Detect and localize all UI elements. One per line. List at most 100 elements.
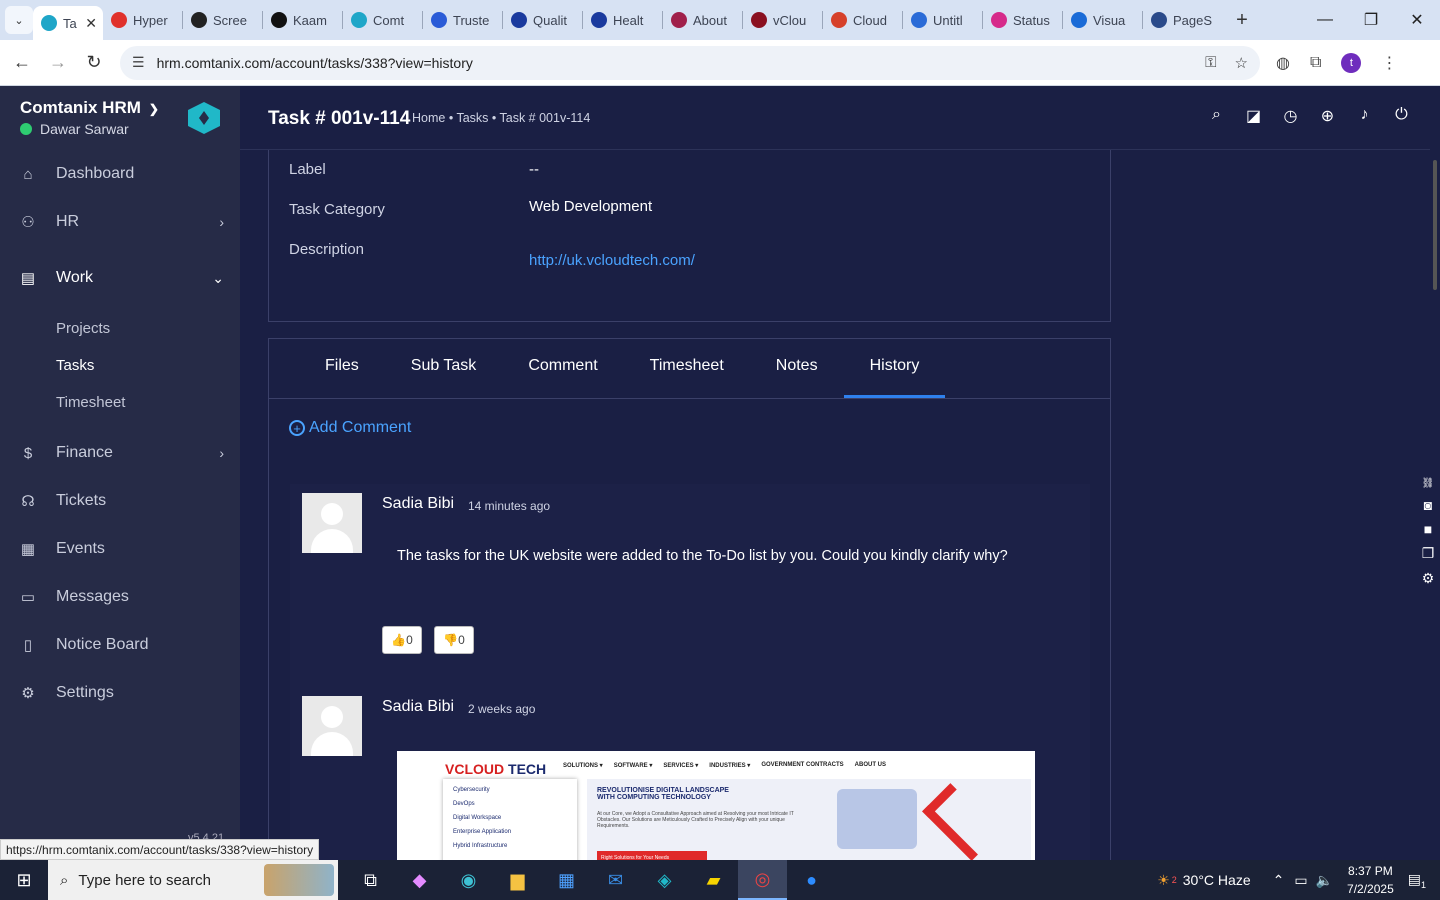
minimize-icon[interactable]: — xyxy=(1302,0,1348,40)
notification-center-icon[interactable]: ▤1 xyxy=(1408,871,1426,890)
sidebar-item-hr[interactable]: ⚇ HR › xyxy=(0,198,240,246)
browser-tab[interactable]: Ta ✕ xyxy=(33,6,103,40)
browser-tab[interactable]: vClou xyxy=(743,5,822,35)
windows-taskbar: ⊞ ⌕ Type here to search ⧉ ◆ ◉ ▆ ▦ ✉ ◈ ▰ … xyxy=(0,860,1440,900)
search-icon: ⌕ xyxy=(60,871,69,889)
add-comment-button[interactable]: + Add Comment xyxy=(289,419,411,437)
browser-tab[interactable]: Kaam xyxy=(263,5,342,35)
bell-icon[interactable]: ♪ xyxy=(1356,106,1373,126)
breadcrumb[interactable]: Home • Tasks • Task # 001v-114 xyxy=(412,111,590,125)
sidebar-item-notice-board[interactable]: ▯ Notice Board xyxy=(0,621,240,669)
chrome-icon[interactable]: ◎ xyxy=(738,860,787,900)
profile-avatar[interactable]: t xyxy=(1341,52,1362,73)
preview-nav-item: SERVICES ▾ xyxy=(663,763,699,769)
address-bar[interactable]: ☰ hrm.comtanix.com/account/tasks/338?vie… xyxy=(120,45,1260,80)
browser-tab[interactable]: Scree xyxy=(183,5,262,35)
store-icon[interactable]: ▦ xyxy=(542,860,591,900)
description-link[interactable]: http://uk.vcloudtech.com/ xyxy=(529,252,695,269)
weather-widget[interactable]: ☀ 2 30°C Haze xyxy=(1157,872,1250,889)
network-icon[interactable]: ▭ xyxy=(1294,872,1307,889)
app-logo-icon[interactable] xyxy=(188,102,220,134)
tab-timesheet[interactable]: Timesheet xyxy=(624,339,750,398)
sidebar-item-finance[interactable]: $ Finance › xyxy=(0,429,240,477)
taskbar-search[interactable]: ⌕ Type here to search xyxy=(48,860,338,900)
browser-tab[interactable]: Comt xyxy=(343,5,422,35)
copilot-icon[interactable]: ◆ xyxy=(395,860,444,900)
file-explorer-icon[interactable]: ▆ xyxy=(493,860,542,900)
edge-icon[interactable]: ◉ xyxy=(444,860,493,900)
url-text[interactable]: hrm.comtanix.com/account/tasks/338?view=… xyxy=(157,55,1188,71)
maximize-icon[interactable]: ❐ xyxy=(1348,0,1394,40)
online-status-icon xyxy=(20,123,32,135)
preview-nav-item: GOVERNMENT CONTRACTS xyxy=(761,762,844,768)
browser-tab[interactable]: About xyxy=(663,5,742,35)
sidebar-item-events[interactable]: ▦ Events xyxy=(0,525,240,573)
translate-icon[interactable]: ◍ xyxy=(1276,53,1290,73)
volume-icon[interactable]: 🔈 xyxy=(1316,872,1333,889)
sidebar-subitem-projects[interactable]: Projects xyxy=(0,310,240,347)
brand-switcher[interactable]: Comtanix HRM ❯ xyxy=(20,98,159,118)
tab-history[interactable]: History xyxy=(843,339,946,398)
site-info-icon[interactable]: ☰ xyxy=(132,54,145,71)
password-key-icon[interactable]: ⚿ xyxy=(1205,54,1216,71)
comtanix-app-icon[interactable]: ◈ xyxy=(640,860,689,900)
mail-icon[interactable]: ✉ xyxy=(591,860,640,900)
close-window-icon[interactable]: ✕ xyxy=(1394,0,1440,40)
tab-files[interactable]: Files xyxy=(299,339,385,398)
new-tab-button[interactable]: + xyxy=(1228,9,1256,32)
browser-tab[interactable]: Status xyxy=(983,5,1062,35)
tab-search-button[interactable]: ⌄ xyxy=(5,6,33,34)
tray-overflow-icon[interactable]: ⌃ xyxy=(1273,872,1285,889)
sidebar-item-settings[interactable]: ⚙ Settings xyxy=(0,669,240,717)
tab-label: Cloud xyxy=(853,12,887,28)
sidebar-item-label: Settings xyxy=(56,684,114,701)
like-button[interactable]: 👍 0 xyxy=(382,626,422,654)
clock-icon[interactable]: ◷ xyxy=(1282,106,1299,126)
task-view-icon[interactable]: ⧉ xyxy=(346,860,395,900)
link-icon[interactable]: ⛓ xyxy=(1422,478,1435,489)
sidebar-item-tickets[interactable]: ☊ Tickets xyxy=(0,477,240,525)
zoom-icon[interactable]: ● xyxy=(787,860,836,900)
reload-icon[interactable]: ↻ xyxy=(76,52,112,73)
sidebar-subitem-tasks[interactable]: Tasks xyxy=(0,347,240,384)
browser-tab[interactable]: Untitl xyxy=(903,5,982,35)
sidebar-item-messages[interactable]: ▭ Messages xyxy=(0,573,240,621)
sidebar-subitem-timesheet[interactable]: Timesheet xyxy=(0,384,240,421)
forward-icon[interactable]: → xyxy=(40,52,76,73)
browser-tab[interactable]: Cloud xyxy=(823,5,902,35)
camera-icon[interactable]: ◙ xyxy=(1424,497,1432,513)
power-icon[interactable]: ⏻ xyxy=(1393,106,1410,126)
avatar xyxy=(302,696,362,756)
browser-tab[interactable]: Truste xyxy=(423,5,502,35)
browser-tab[interactable]: Qualit xyxy=(503,5,582,35)
dislike-button[interactable]: 👎 0 xyxy=(434,626,474,654)
browser-tab[interactable]: PageS xyxy=(1143,5,1222,35)
browser-tab[interactable]: Hyper xyxy=(103,5,182,35)
tab-sub-task[interactable]: Sub Task xyxy=(385,339,503,398)
tab-comment[interactable]: Comment xyxy=(502,339,623,398)
scrollbar-thumb[interactable] xyxy=(1433,160,1437,290)
system-clock[interactable]: 8:37 PM 7/2/2025 xyxy=(1347,862,1394,898)
comment-attachment-image[interactable]: VCLOUD TECH SOLUTIONS ▾ SOFTWARE ▾ SERVI… xyxy=(397,751,1035,860)
back-icon[interactable]: ← xyxy=(4,52,40,73)
search-icon[interactable]: ⌕ xyxy=(1208,106,1225,126)
bookmark-star-icon[interactable]: ☆ xyxy=(1235,54,1248,72)
tab-label: Untitl xyxy=(933,12,963,28)
sidebar-item-dashboard[interactable]: ⌂ Dashboard xyxy=(0,150,240,198)
weather-icon: ☀ xyxy=(1157,871,1170,888)
sticky-notes-icon[interactable]: ▰ xyxy=(689,860,738,900)
copy-icon[interactable]: ❐ xyxy=(1422,545,1435,562)
sticky-note-icon[interactable]: ◪ xyxy=(1245,106,1262,126)
browser-menu-icon[interactable]: ⋮ xyxy=(1381,53,1397,73)
extensions-icon[interactable]: ⧉ xyxy=(1310,54,1321,72)
windows-start-icon[interactable]: ⊞ xyxy=(0,870,48,891)
tab-notes[interactable]: Notes xyxy=(750,339,844,398)
gear-icon[interactable]: ⚙ xyxy=(1422,570,1435,587)
add-circle-icon[interactable]: ⊕ xyxy=(1319,106,1336,126)
current-user: Dawar Sarwar xyxy=(20,121,129,137)
close-tab-icon[interactable]: ✕ xyxy=(85,15,97,32)
browser-tab[interactable]: Healt xyxy=(583,5,662,35)
browser-tab[interactable]: Visua xyxy=(1063,5,1142,35)
video-icon[interactable]: ■ xyxy=(1424,521,1432,537)
sidebar-item-work[interactable]: ▤ Work ⌄ xyxy=(0,246,240,310)
